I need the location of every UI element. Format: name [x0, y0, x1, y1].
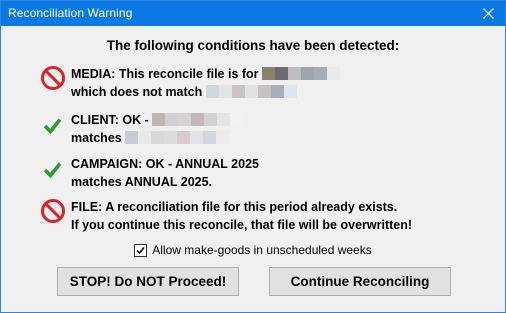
condition-line-1: FILE: A reconciliation file for this per…: [71, 200, 398, 214]
stop-button[interactable]: STOP! Do NOT Proceed!: [57, 267, 239, 296]
make-goods-checkbox[interactable]: [134, 243, 148, 257]
condition-line-2: matches ANNUAL 2025.: [71, 175, 213, 189]
condition-line-1: CAMPAIGN: OK - ANNUAL 2025: [71, 157, 259, 171]
close-button[interactable]: [472, 1, 505, 26]
prohibited-icon: [41, 66, 65, 90]
dialog-heading: The following conditions have been detec…: [106, 38, 400, 53]
window-title: Reconciliation Warning: [8, 6, 133, 20]
redacted-value: [152, 113, 244, 127]
condition-line-2: If you continue this reconcile, that fil…: [71, 218, 413, 232]
make-goods-option: Allow make-goods in unscheduled weeks: [1, 243, 505, 260]
prohibited-icon: [41, 199, 65, 223]
checkmark-icon: [136, 246, 145, 254]
redacted-value: [262, 67, 341, 81]
condition-line-1: MEDIA: This reconcile file is for: [71, 67, 263, 81]
title-bar: Reconciliation Warning: [1, 1, 505, 26]
condition-line-2: which does not match: [71, 85, 206, 99]
condition-text: FILE: A reconciliation file for this per…: [71, 198, 412, 234]
condition-line-2: matches: [71, 131, 126, 145]
make-goods-checkbox-control[interactable]: Allow make-goods in unscheduled weeks: [134, 243, 372, 257]
condition-line-1: CLIENT: OK -: [71, 113, 153, 127]
condition-text: CLIENT: OK - matches: [71, 111, 244, 147]
redacted-value: [125, 131, 230, 145]
checkmark-icon: [43, 118, 62, 135]
condition-text: MEDIA: This reconcile file is for which …: [71, 65, 341, 101]
redacted-value: [205, 85, 297, 99]
checkmark-icon: [43, 162, 62, 179]
continue-reconciling-button[interactable]: Continue Reconciling: [269, 267, 451, 296]
reconciliation-warning-dialog: Reconciliation Warning The following con…: [0, 0, 506, 313]
condition-text: CAMPAIGN: OK - ANNUAL 2025 matches ANNUA…: [71, 155, 259, 191]
make-goods-label[interactable]: Allow make-goods in unscheduled weeks: [152, 243, 371, 257]
close-icon: [483, 8, 494, 19]
